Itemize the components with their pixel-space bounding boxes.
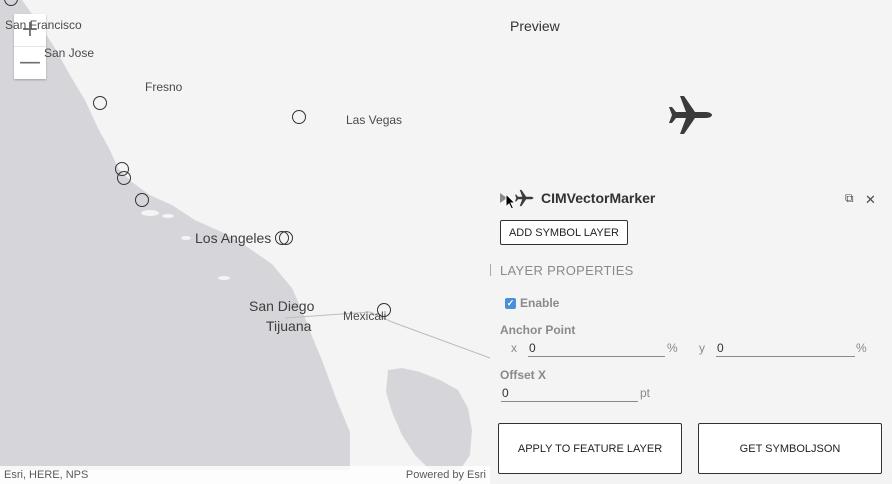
airplane-icon [669, 96, 712, 134]
feature-marker[interactable] [135, 193, 149, 207]
city-label-las-vegas: Las Vegas [346, 113, 403, 127]
anchor-x-input[interactable]: 0 [528, 340, 665, 357]
enable-checkbox[interactable]: ✓ Enable [505, 296, 559, 310]
city-label-fresno: Fresno [145, 80, 183, 94]
enable-label: Enable [520, 296, 560, 310]
anchor-x-label: x [511, 341, 517, 355]
anchor-y-unit: % [856, 341, 867, 355]
offset-x-label: Offset X [500, 368, 547, 382]
symbol-header[interactable]: CIMVectorMarker [500, 189, 655, 207]
preview-title: Preview [510, 18, 560, 34]
feature-marker[interactable] [377, 303, 391, 317]
section-divider [490, 264, 491, 276]
feature-marker[interactable] [93, 96, 107, 110]
zoom-out-button[interactable]: — [14, 47, 46, 79]
feature-marker[interactable] [117, 171, 131, 185]
close-icon[interactable]: ✕ [865, 192, 876, 208]
city-label-san-diego: San Diego [249, 298, 315, 314]
city-label-los-angeles: Los Angeles [195, 230, 272, 246]
anchor-y-input[interactable]: 0 [716, 340, 855, 357]
duplicate-icon[interactable]: ⧉ [845, 191, 854, 206]
get-symboljson-button[interactable]: GET SYMBOLJSON [698, 423, 882, 474]
add-symbol-layer-button[interactable]: ADD SYMBOL LAYER [500, 220, 628, 245]
symbol-editor-panel: CIMVectorMarker ⧉ ✕ ADD SYMBOL LAYER LAY… [490, 180, 892, 416]
city-label-san-francisco: San Francisco [5, 18, 82, 32]
layer-properties-heading: LAYER PROPERTIES [500, 263, 634, 278]
anchor-point-label: Anchor Point [500, 323, 576, 337]
powered-by-text[interactable]: Powered by Esri [406, 469, 486, 481]
mouse-cursor-icon [505, 193, 517, 210]
apply-to-feature-layer-button[interactable]: APPLY TO FEATURE LAYER [498, 423, 682, 474]
symbol-title: CIMVectorMarker [541, 190, 656, 206]
map-attribution: Esri, HERE, NPS Powered by Esri [0, 466, 490, 484]
attribution-text: Esri, HERE, NPS [4, 469, 89, 481]
offset-x-unit: pt [640, 386, 651, 400]
anchor-x-unit: % [667, 341, 678, 355]
anchor-y-label: y [699, 341, 705, 355]
checkmark-icon[interactable]: ✓ [505, 297, 516, 309]
feature-marker[interactable] [279, 231, 293, 245]
offset-x-input[interactable]: 0 [501, 385, 638, 402]
city-label-san-jose: San Jose [44, 46, 95, 60]
city-label-tijuana: Tijuana [266, 318, 312, 334]
feature-marker[interactable] [292, 110, 306, 124]
